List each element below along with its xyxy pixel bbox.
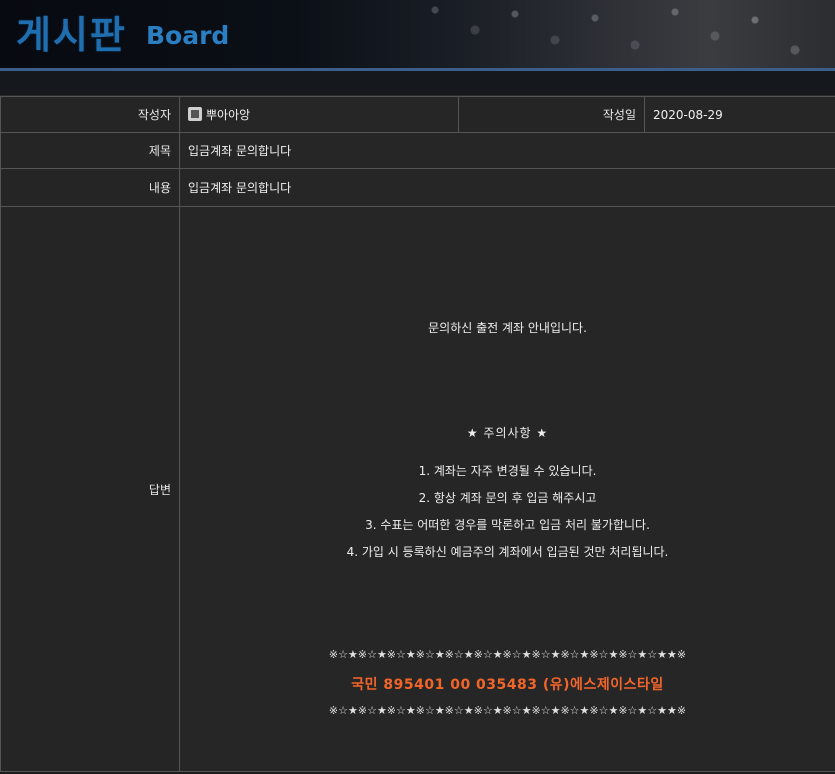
author-row: 작성자 뿌아아앙 작성일 2020-08-29 [0, 96, 835, 133]
notice-item-2: 2. 항상 계좌 문의 후 입금 해주시고 [418, 491, 597, 505]
stadium-crowd-image [415, 0, 835, 68]
answer-body: 문의하신 출전 계좌 안내입니다. ★ 주의사항 ★ 1. 계좌는 자주 변경될… [180, 207, 835, 771]
author-cell: 뿌아아앙 [179, 96, 459, 133]
notice-item-3: 3. 수표는 어떠한 경우를 막론하고 입금 처리 불가합니다. [365, 518, 650, 532]
answer-intro: 문의하신 출전 계좌 안내입니다. [428, 321, 587, 335]
account-info: 국민 895401 00 035483 (유)에스제이스타일 [351, 677, 664, 693]
subject-value: 입금계좌 문의합니다 [179, 132, 835, 169]
user-level-icon [188, 107, 202, 121]
header-banner: 게시판 Board [0, 0, 835, 68]
subject-label: 제목 [0, 132, 180, 169]
board-title-english: Board [146, 21, 230, 50]
decor-line-top: ※☆★※☆★※☆★※☆★※☆★※☆★※☆★※☆★※☆★※☆★※☆★☆★★※ [328, 648, 687, 661]
author-label: 작성자 [0, 96, 180, 133]
answer-row: 답변 문의하신 출전 계좌 안내입니다. ★ 주의사항 ★ 1. 계좌는 자주 … [0, 206, 835, 772]
post-detail-table: 작성자 뿌아아앙 작성일 2020-08-29 제목 입금계좌 문의합니다 내용… [0, 96, 835, 772]
content-row: 내용 입금계좌 문의합니다 [0, 168, 835, 207]
subject-row: 제목 입금계좌 문의합니다 [0, 132, 835, 169]
board-title-korean: 게시판 [16, 13, 127, 57]
notice-title: ★ 주의사항 ★ [466, 426, 549, 440]
notice-item-4: 4. 가입 시 등록하신 예금주의 계좌에서 입금된 것만 처리됩니다. [346, 545, 669, 559]
answer-label: 답변 [0, 206, 180, 772]
decor-line-bottom: ※☆★※☆★※☆★※☆★※☆★※☆★※☆★※☆★※☆★※☆★※☆★☆★★※ [328, 704, 687, 717]
header-sub-bar [0, 71, 835, 96]
notice-item-1: 1. 계좌는 자주 변경될 수 있습니다. [418, 464, 597, 478]
content-value: 입금계좌 문의합니다 [179, 168, 835, 207]
answer-cell: 문의하신 출전 계좌 안내입니다. ★ 주의사항 ★ 1. 계좌는 자주 변경될… [179, 206, 835, 772]
date-value: 2020-08-29 [644, 96, 835, 133]
date-label: 작성일 [458, 96, 645, 133]
content-label: 내용 [0, 168, 180, 207]
author-name: 뿌아아앙 [206, 108, 251, 122]
